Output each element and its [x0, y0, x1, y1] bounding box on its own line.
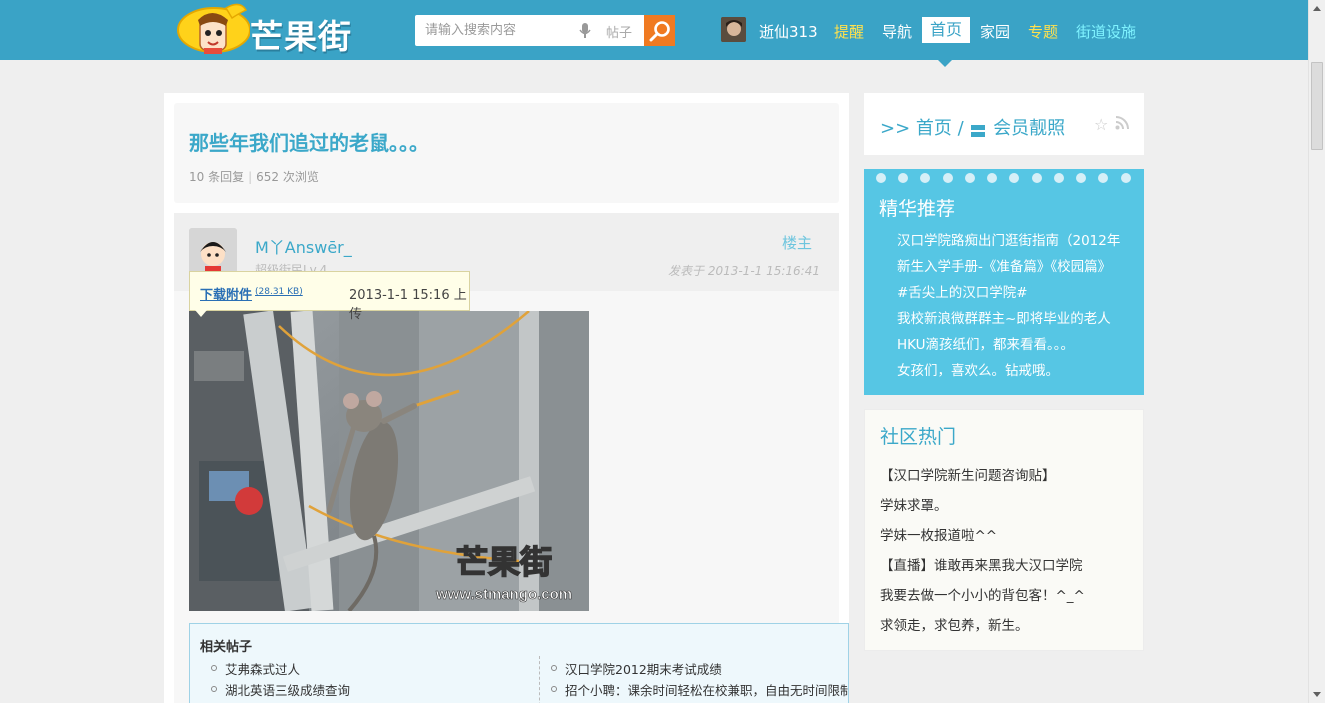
- scroll-up-arrow-icon[interactable]: [1313, 6, 1321, 11]
- related-post-link[interactable]: 湖北英语三级成绩查询: [210, 680, 350, 699]
- featured-item[interactable]: 女孩们，喜欢么。钻戒哦。: [897, 359, 1129, 379]
- star-icon[interactable]: ☆: [1094, 115, 1108, 134]
- nav-navigation[interactable]: 导航: [882, 21, 912, 42]
- search-input[interactable]: [415, 15, 575, 46]
- username-link[interactable]: 逝仙313: [759, 21, 818, 42]
- watermark-logo: 芒果街: [456, 544, 552, 580]
- breadcrumb-box: >> 首页 / 会员靓照 ☆: [864, 93, 1144, 155]
- featured-panel: 精华推荐 汉口学院路痴出门逛街指南（2012年 新生入学手册-《准备篇》《校园篇…: [864, 169, 1144, 395]
- hot-topics-title: 社区热门: [880, 426, 957, 448]
- nav-topics[interactable]: 专题: [1028, 21, 1058, 42]
- featured-item[interactable]: 我校新浪微群群主~即将毕业的老人: [897, 307, 1129, 327]
- hot-topic-link[interactable]: 学妹求罩。: [880, 494, 948, 514]
- hot-topic-link[interactable]: 【汉口学院新生问题咨询贴】: [880, 464, 1056, 484]
- featured-title: 精华推荐: [879, 198, 956, 220]
- watermark-url: www.stmango.com: [435, 586, 572, 603]
- view-count: 652 次浏览: [256, 170, 319, 184]
- reply-count: 10 条回复: [189, 170, 245, 184]
- related-post-link[interactable]: 招个小聘：课余时间轻松在校兼职，自由无时间限制: [551, 680, 848, 699]
- breadcrumb-section[interactable]: 会员靓照: [993, 118, 1065, 139]
- mango-mascot-icon: [177, 3, 251, 54]
- post-image[interactable]: 芒果街 www.stmango.com: [189, 311, 589, 611]
- featured-item[interactable]: 新生入学手册-《准备篇》《校园篇》: [897, 255, 1129, 275]
- featured-item[interactable]: HKU滴孩纸们，都来看看。。。: [897, 333, 1129, 353]
- hot-topic-link[interactable]: 【直播】谁敢再来黑我大汉口学院: [880, 554, 1083, 574]
- top-navigation-bar: 芒果街 帖子 逝仙313 提醒 导航 首页 家园 专题 街道设施: [0, 0, 1308, 67]
- hot-topics-panel: 社区热门 【汉口学院新生问题咨询贴】 学妹求罩。 学妹一枚报道啦^^ 【直播】谁…: [864, 409, 1144, 651]
- page-scrollbar[interactable]: [1308, 0, 1325, 703]
- search-button[interactable]: [644, 15, 675, 46]
- microphone-icon[interactable]: [579, 23, 591, 43]
- breadcrumb-home[interactable]: >> 首页 /: [880, 118, 964, 139]
- nav-homeland[interactable]: 家园: [980, 21, 1010, 42]
- nav-home[interactable]: 首页: [922, 17, 970, 43]
- related-post-link[interactable]: 艾弗森式过人: [210, 659, 300, 678]
- attachment-size: (28.31 KB): [255, 287, 303, 297]
- thread-stats: 10 条回复 | 652 次浏览: [189, 170, 319, 184]
- list-icon: [971, 121, 986, 137]
- post-time: 发表于 2013-1-1 15:16:41: [668, 264, 820, 278]
- hot-topic-link[interactable]: 我要去做一个小小的背包客！^_^: [880, 584, 1085, 604]
- featured-item[interactable]: 汉口学院路痴出门逛街指南（2012年: [897, 229, 1129, 249]
- scroll-thumb[interactable]: [1311, 62, 1323, 150]
- breadcrumb: >> 首页 / 会员靓照: [880, 114, 1065, 140]
- user-avatar[interactable]: [721, 17, 746, 42]
- floor-label: 楼主: [782, 234, 813, 252]
- hot-topic-link[interactable]: 学妹一枚报道啦^^: [880, 524, 997, 544]
- thread-title: 那些年我们追过的老鼠。。。: [189, 131, 429, 155]
- related-posts-title: 相关帖子: [200, 640, 253, 655]
- search-box: [415, 15, 675, 46]
- search-scope-select[interactable]: 帖子: [606, 22, 632, 41]
- thread-header: 那些年我们追过的老鼠。。。 10 条回复 | 652 次浏览: [174, 103, 839, 203]
- attachment-upload-time: 2013-1-1 15:16 上传: [349, 288, 467, 322]
- author-avatar[interactable]: [189, 228, 237, 276]
- rss-icon[interactable]: [1115, 115, 1129, 134]
- attachment-tooltip: 下载附件 (28.31 KB) 2013-1-1 15:16 上传: [189, 271, 470, 322]
- scroll-down-arrow-icon[interactable]: [1313, 692, 1321, 697]
- hot-topic-link[interactable]: 求领走，求包养，新生。: [880, 614, 1029, 634]
- site-logo[interactable]: 芒果街: [174, 2, 364, 58]
- author-name[interactable]: M丫Answēr_: [255, 234, 352, 258]
- download-attachment-link[interactable]: 下载附件: [200, 284, 252, 303]
- featured-item[interactable]: #舌尖上的汉口学院#: [897, 281, 1129, 301]
- nav-notifications[interactable]: 提醒: [834, 21, 864, 42]
- search-icon: [649, 20, 670, 41]
- nav-street-facilities[interactable]: 街道设施: [1076, 21, 1136, 42]
- related-divider: [539, 656, 540, 703]
- related-post-link[interactable]: 汉口学院2012期末考试成绩: [551, 659, 722, 678]
- related-posts: 相关帖子 艾弗森式过人 湖北英语三级成绩查询 汉口学院2012期末考试成绩 招个…: [189, 623, 849, 703]
- logo-text: 芒果街: [250, 17, 352, 56]
